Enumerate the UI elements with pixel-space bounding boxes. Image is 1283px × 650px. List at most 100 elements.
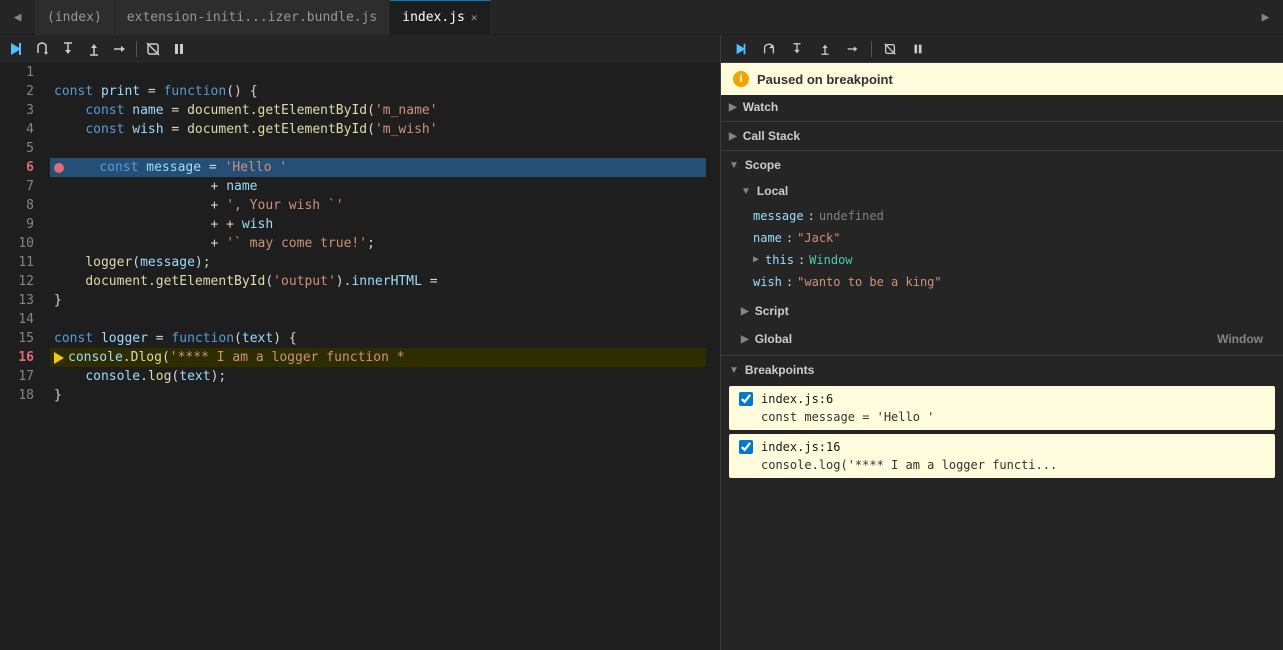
breakpoints-label: Breakpoints bbox=[745, 363, 814, 377]
step-right[interactable] bbox=[841, 37, 865, 61]
line-number-17: 17 bbox=[0, 367, 42, 386]
resume-button[interactable] bbox=[4, 37, 28, 61]
tab-indexjs[interactable]: index.js ✕ bbox=[390, 0, 490, 35]
deactivate-right[interactable] bbox=[878, 37, 902, 61]
script-section-header[interactable]: ▶ Script bbox=[737, 299, 1283, 323]
line-number-10: 10 bbox=[0, 234, 42, 253]
step-icon bbox=[112, 41, 128, 57]
call-stack-chevron: ▶ bbox=[729, 131, 737, 142]
call-stack-label: Call Stack bbox=[743, 129, 800, 143]
scope-item-name[interactable]: name : "Jack" bbox=[753, 227, 1283, 249]
step-into-icon bbox=[60, 41, 76, 57]
breakpoints-section-header[interactable]: ▼ Breakpoints bbox=[721, 358, 1283, 382]
scope-item-wish[interactable]: wish : "wanto to be a king" bbox=[753, 271, 1283, 293]
local-chevron: ▼ bbox=[741, 186, 751, 197]
tab-bar: ◀ (index) extension-initi...izer.bundle.… bbox=[0, 0, 1283, 35]
scrollbar-track[interactable] bbox=[706, 63, 720, 650]
code-line-14 bbox=[50, 310, 706, 329]
sidebar-toggle-button[interactable]: ◀ bbox=[0, 0, 35, 35]
code-editor[interactable]: 1 2 3 4 5 6 7 8 9 10 11 12 13 14 15 16 1… bbox=[0, 63, 720, 650]
code-line-13: } bbox=[50, 291, 706, 310]
line-number-15: 15 bbox=[0, 329, 42, 348]
breakpoint-item-2: index.js:16 console.log('**** I am a log… bbox=[729, 434, 1275, 478]
step-into-button[interactable] bbox=[56, 37, 80, 61]
tab-overflow-button[interactable]: ▶ bbox=[1248, 0, 1283, 35]
global-label: Global bbox=[755, 332, 792, 346]
code-line-15: const logger = function(text) { bbox=[50, 329, 706, 348]
divider-3 bbox=[721, 355, 1283, 356]
local-section-header[interactable]: ▼ Local bbox=[737, 179, 1283, 203]
step-over-button[interactable] bbox=[30, 37, 54, 61]
code-content[interactable]: const print = function() { const name = … bbox=[50, 63, 706, 650]
line-number-2: 2 bbox=[0, 82, 42, 101]
watch-section-header[interactable]: ▶ Watch bbox=[721, 95, 1283, 119]
code-line-10: + '` may come true!'; bbox=[50, 234, 706, 253]
call-stack-section-header[interactable]: ▶ Call Stack bbox=[721, 124, 1283, 148]
divider-2 bbox=[721, 150, 1283, 151]
line-number-6: 6 bbox=[0, 158, 42, 177]
tab-close-button[interactable]: ✕ bbox=[471, 11, 478, 24]
breakpoint-2-header: index.js:16 bbox=[739, 440, 1265, 454]
tab-extension[interactable]: extension-initi...izer.bundle.js bbox=[115, 0, 390, 35]
code-line-9: + + wish bbox=[50, 215, 706, 234]
step-out-right[interactable] bbox=[813, 37, 837, 61]
debug-sections[interactable]: ▶ Watch ▶ Call Stack ▼ Scope ▼ Local bbox=[721, 95, 1283, 650]
pause-icon bbox=[171, 41, 187, 57]
scope-section-header[interactable]: ▼ Scope bbox=[721, 153, 1283, 177]
breakpoint-2-file: index.js:16 bbox=[761, 440, 840, 454]
scope-item-this[interactable]: ▶ this : Window bbox=[753, 249, 1283, 271]
debug-panel: i Paused on breakpoint ▶ Watch ▶ Call St… bbox=[720, 35, 1283, 650]
deactivate-button[interactable] bbox=[141, 37, 165, 61]
line-number-8: 8 bbox=[0, 196, 42, 215]
resume-button-right[interactable] bbox=[729, 37, 753, 61]
breakpoint-1-code: const message = 'Hello ' bbox=[739, 410, 1265, 424]
step-out-icon bbox=[86, 41, 102, 57]
watch-chevron: ▶ bbox=[729, 102, 737, 113]
code-line-6: const message = 'Hello ' bbox=[50, 158, 706, 177]
global-value: Window bbox=[1217, 332, 1263, 346]
sidebar-icon: ◀ bbox=[14, 10, 22, 25]
breakpoint-2-checkbox[interactable] bbox=[739, 440, 753, 454]
scope-global-section: ▶ Global Window bbox=[721, 325, 1283, 353]
line-number-7: 7 bbox=[0, 177, 42, 196]
breakpoint-1-checkbox[interactable] bbox=[739, 392, 753, 406]
debug-toolbar bbox=[0, 35, 720, 63]
code-line-16: console.Dlog('**** I am a logger functio… bbox=[50, 348, 706, 367]
scope-item-message[interactable]: message : undefined bbox=[753, 205, 1283, 227]
step-out-button[interactable] bbox=[82, 37, 106, 61]
info-icon: i bbox=[733, 71, 749, 87]
resume-icon-right bbox=[734, 42, 748, 56]
step-into-right[interactable] bbox=[785, 37, 809, 61]
deactivate-icon bbox=[145, 41, 161, 57]
divider-1 bbox=[721, 121, 1283, 122]
line-number-16: 16 bbox=[0, 348, 42, 367]
tab-index[interactable]: (index) bbox=[35, 0, 115, 35]
execution-arrow bbox=[54, 352, 64, 364]
code-line-12: document.getElementById('output').innerH… bbox=[50, 272, 706, 291]
pause-button[interactable] bbox=[167, 37, 191, 61]
local-items: message : undefined name : "Jack" ▶ this bbox=[737, 203, 1283, 295]
scope-label: Scope bbox=[745, 158, 781, 172]
line-number-11: 11 bbox=[0, 253, 42, 272]
tab-label: (index) bbox=[47, 10, 102, 25]
breakpoints-section: ▼ Breakpoints index.js:6 const message =… bbox=[721, 358, 1283, 478]
line-numbers: 1 2 3 4 5 6 7 8 9 10 11 12 13 14 15 16 1… bbox=[0, 63, 50, 650]
step-button[interactable] bbox=[108, 37, 132, 61]
code-line-2: const print = function() { bbox=[50, 82, 706, 101]
code-line-17: console.log(text); bbox=[50, 367, 706, 386]
line-number-4: 4 bbox=[0, 120, 42, 139]
this-chevron: ▶ bbox=[753, 251, 759, 269]
code-line-8: + ', Your wish `' bbox=[50, 196, 706, 215]
step-over-right[interactable] bbox=[757, 37, 781, 61]
script-label: Script bbox=[755, 304, 789, 318]
step-over-icon-right bbox=[762, 42, 776, 56]
breakpoint-1-header: index.js:6 bbox=[739, 392, 1265, 406]
global-section-header[interactable]: ▶ Global Window bbox=[737, 327, 1283, 351]
tab-label: extension-initi...izer.bundle.js bbox=[127, 10, 377, 25]
paused-banner: i Paused on breakpoint bbox=[721, 63, 1283, 95]
line-number-14: 14 bbox=[0, 310, 42, 329]
code-line-5 bbox=[50, 139, 706, 158]
deactivate-icon-right bbox=[883, 42, 897, 56]
pause-right[interactable] bbox=[906, 37, 930, 61]
step-into-icon-right bbox=[790, 42, 804, 56]
